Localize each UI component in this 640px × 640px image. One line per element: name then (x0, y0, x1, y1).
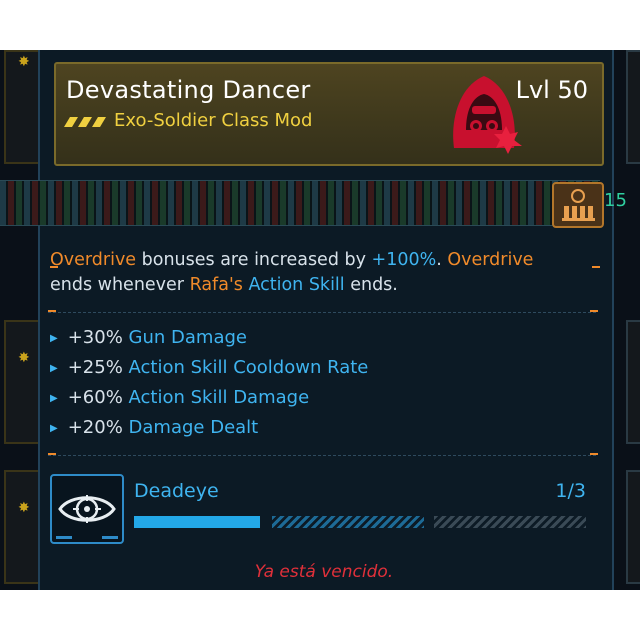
ammo-manufacturer-icon (552, 182, 604, 228)
item-header: Devastating Dancer Exo-Soldier Class Mod… (54, 62, 604, 166)
corner-tick (592, 266, 600, 268)
side-count: 15 (604, 190, 627, 211)
inventory-slot[interactable] (626, 320, 640, 444)
game-ui-scene: ✸ ✸ ✸ Devastating Dancer Exo-Soldier Cla… (0, 50, 640, 590)
item-type: Exo-Soldier Class Mod (114, 110, 313, 131)
legendary-star-icon: ✸ (18, 54, 30, 70)
item-name: Devastating Dancer (66, 76, 311, 104)
inventory-slot[interactable] (626, 50, 640, 164)
hooded-soldier-icon (453, 76, 522, 154)
item-card: Devastating Dancer Exo-Soldier Class Mod… (38, 50, 614, 590)
legendary-star-icon: ✸ (18, 500, 30, 516)
inventory-slot[interactable] (626, 470, 640, 584)
manufacturer-strip (0, 180, 600, 226)
rarity-chevrons-icon (64, 117, 106, 127)
corner-tick (50, 266, 58, 268)
legendary-star-icon: ✸ (18, 350, 30, 366)
